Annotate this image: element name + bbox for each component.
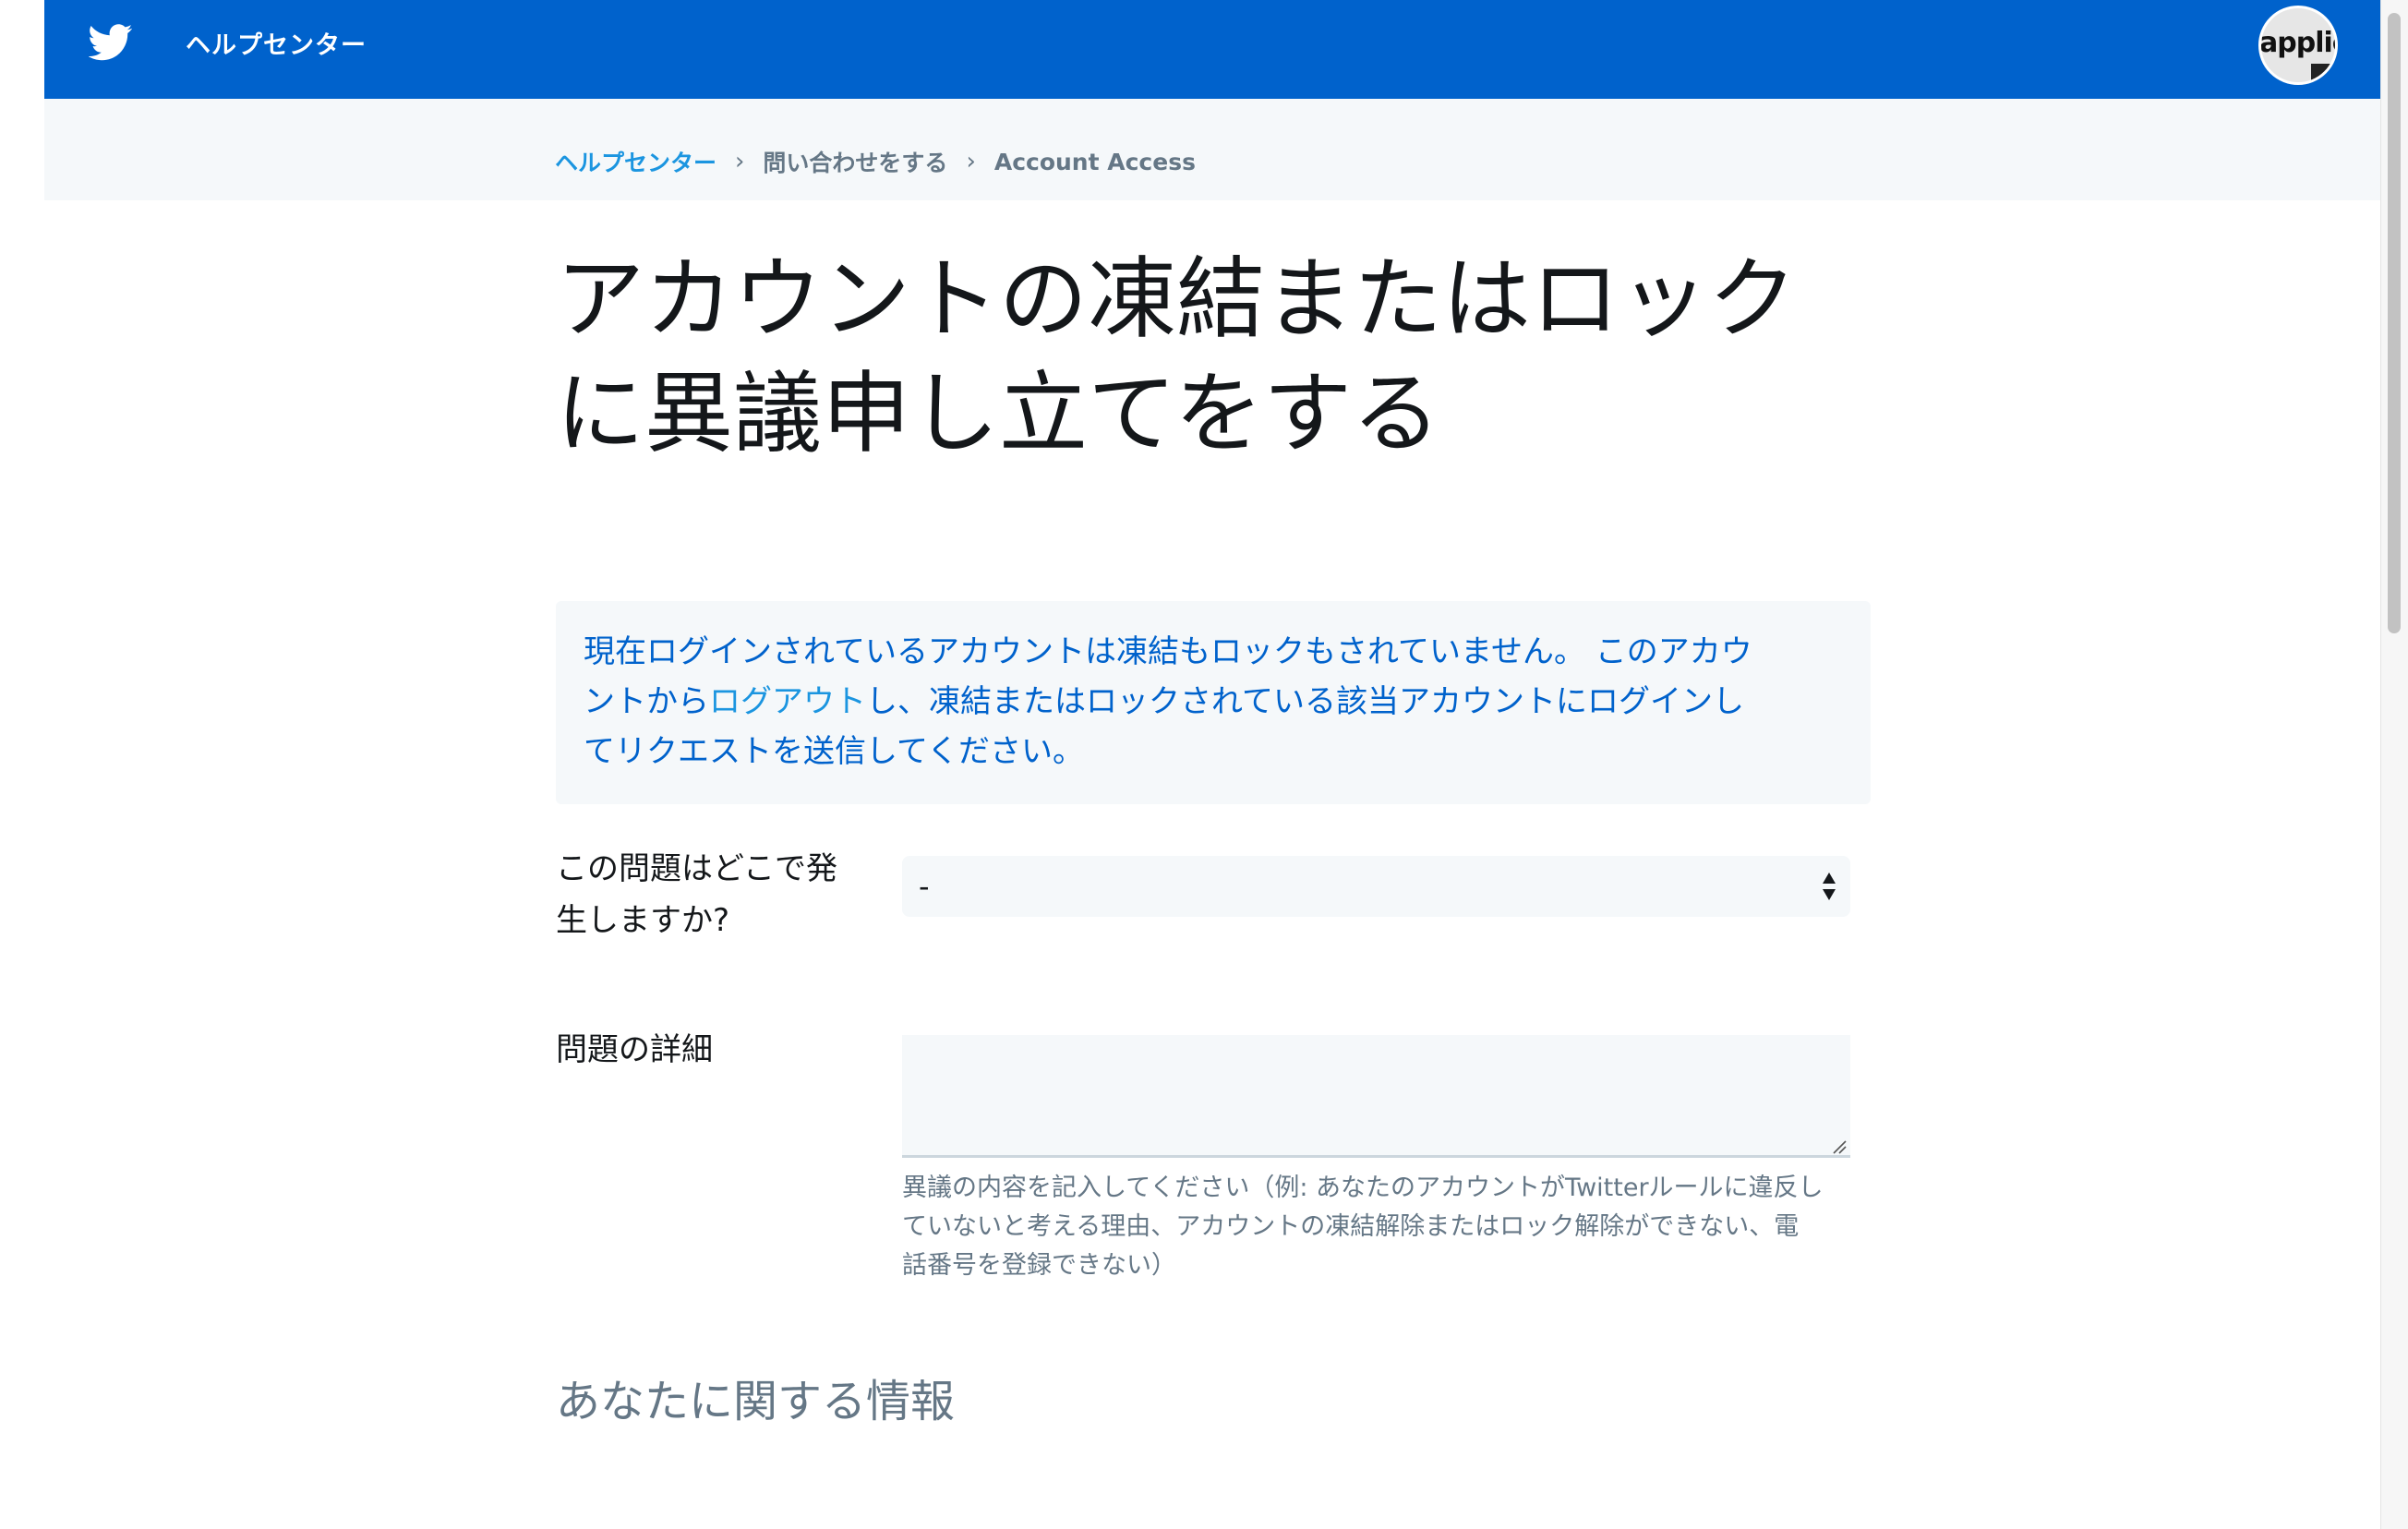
logout-link[interactable]: ログアウト: [709, 683, 866, 720]
page-title: アカウントの凍結またはロック に異議申し立てをする: [556, 242, 1848, 471]
breadcrumb-bar: ヘルプセンター › 問い合わせをする › Account Access: [44, 99, 2380, 200]
where-problem-label: この問題はどこで発 生しますか?: [556, 843, 861, 946]
breadcrumb-contact-link[interactable]: 問い合わせをする: [763, 145, 947, 178]
notice-line2-post: し、凍結またはロックされている該当アカウントにログインし: [866, 683, 1744, 720]
problem-details-help-text: 異議の内容を記入してください（例: あなたのアカウントがTwitterルールに違…: [902, 1169, 1853, 1285]
where-problem-select[interactable]: -: [902, 856, 1850, 917]
avatar-image-detail: [2311, 64, 2335, 82]
problem-details-label: 問題の詳細: [556, 1031, 713, 1068]
page: ヘルプセンター applic ヘルプセンター › 問い合わせをする › Acco…: [0, 0, 2408, 1529]
breadcrumb-help-center-link[interactable]: ヘルプセンター: [555, 145, 716, 178]
breadcrumb-chevron-right-icon: ›: [966, 148, 976, 175]
top-navigation-bar: ヘルプセンター applic: [44, 0, 2380, 99]
notice-line2-pre: ントから: [584, 683, 709, 720]
where-problem-label-line2: 生しますか?: [556, 902, 730, 939]
where-problem-label-line1: この問題はどこで発: [556, 850, 837, 887]
help-line1: 異議の内容を記入してください（例: あなたのアカウントがTwitterルールに違…: [902, 1174, 1824, 1202]
select-up-down-arrows-icon: [1823, 873, 1836, 900]
breadcrumb-current-page: Account Access: [993, 148, 1196, 175]
twitter-bird-icon[interactable]: [89, 24, 133, 61]
scrollbar-thumb[interactable]: [2388, 13, 2401, 633]
problem-details-textarea[interactable]: [902, 1035, 1850, 1158]
help-line2: ていないと考える理由、アカウントの凍結解除またはロック解除ができない、電: [902, 1212, 1800, 1241]
left-margin: [0, 0, 44, 1529]
textarea-resize-handle-icon[interactable]: [1832, 1139, 1847, 1154]
user-avatar[interactable]: applic: [2258, 6, 2338, 85]
page-title-line1: アカウントの凍結またはロック: [556, 247, 1797, 351]
help-center-brand-link[interactable]: ヘルプセンター: [186, 26, 367, 66]
notice-line1: 現在ログインされているアカウントは凍結もロックもされていません。 このアカウ: [584, 633, 1752, 670]
avatar-label: applic: [2259, 27, 2335, 59]
breadcrumb: ヘルプセンター › 問い合わせをする › Account Access: [555, 143, 1196, 180]
help-line3: 話番号を登録できない）: [902, 1251, 1176, 1280]
where-problem-selected-value: -: [919, 869, 930, 904]
page-title-line2: に異議申し立てをする: [556, 362, 1441, 465]
notice-line3: てリクエストを送信してください。: [584, 733, 1084, 770]
breadcrumb-chevron-right-icon: ›: [735, 148, 745, 175]
about-you-section-title: あなたに関する情報: [556, 1376, 956, 1427]
login-status-notice: 現在ログインされているアカウントは凍結もロックもされていません。 このアカウ ン…: [556, 601, 1871, 804]
